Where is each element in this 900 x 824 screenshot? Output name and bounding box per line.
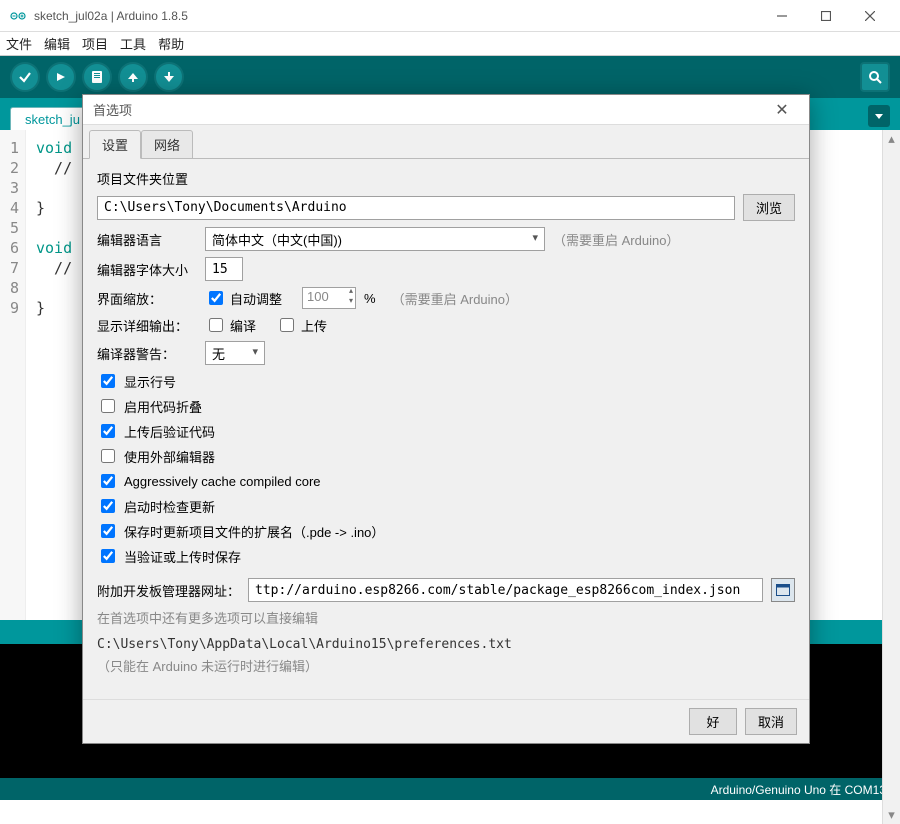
- footer: Arduino/Genuino Uno 在 COM13: [0, 778, 900, 800]
- scale-percent: %: [364, 291, 376, 306]
- serial-monitor-button[interactable]: [860, 62, 890, 92]
- verify-after-upload-checkbox[interactable]: [101, 424, 115, 438]
- boards-url-input[interactable]: [248, 578, 763, 602]
- enable-code-folding-label: 启用代码折叠: [124, 397, 202, 416]
- dialog-close-button[interactable]: ✕: [763, 100, 801, 120]
- sketchbook-location-input[interactable]: [97, 196, 735, 220]
- cache-core-label: Aggressively cache compiled core: [124, 474, 321, 489]
- scroll-up-icon[interactable]: ▴: [883, 130, 900, 148]
- prefs-file-path[interactable]: C:\Users\Tony\AppData\Local\Arduino15\pr…: [97, 637, 795, 652]
- ok-button[interactable]: 好: [689, 708, 737, 735]
- maximize-button[interactable]: [804, 1, 848, 31]
- verbose-label: 显示详细输出：: [97, 316, 197, 335]
- editor-language-select[interactable]: 简体中文（中文(中国)): [205, 227, 545, 251]
- menu-edit[interactable]: 编辑: [44, 34, 70, 53]
- verbose-compile-label: 编译: [230, 316, 256, 335]
- compiler-warnings-label: 编译器警告：: [97, 344, 197, 363]
- prefs-file-hint: （只能在 Arduino 未运行时进行编辑）: [97, 656, 795, 675]
- restart-hint-1: （需要重启 Arduino）: [553, 230, 679, 249]
- enable-code-folding-checkbox[interactable]: [101, 399, 115, 413]
- verbose-upload-checkbox[interactable]: [280, 318, 294, 332]
- cancel-button[interactable]: 取消: [745, 708, 797, 735]
- editor-scrollbar[interactable]: ▴ ▾: [882, 130, 900, 824]
- external-editor-checkbox[interactable]: [101, 449, 115, 463]
- window-icon: [776, 584, 790, 596]
- save-on-verify-label: 当验证或上传时保存: [124, 547, 241, 566]
- close-button[interactable]: [848, 1, 892, 31]
- check-updates-label: 启动时检查更新: [124, 497, 215, 516]
- scroll-down-icon[interactable]: ▾: [883, 806, 900, 824]
- show-line-numbers-checkbox[interactable]: [101, 374, 115, 388]
- tab-network[interactable]: 网络: [141, 130, 193, 159]
- dialog-titlebar: 首选项 ✕: [83, 95, 809, 125]
- sketchbook-location-label: 项目文件夹位置: [97, 169, 795, 188]
- browse-button[interactable]: 浏览: [743, 194, 795, 221]
- restart-hint-2: （需要重启 Arduino）: [392, 289, 518, 308]
- window-title: sketch_jul02a | Arduino 1.8.5: [34, 9, 760, 23]
- save-on-verify-checkbox[interactable]: [101, 549, 115, 563]
- editor-language-label: 编辑器语言: [97, 230, 197, 249]
- upload-button[interactable]: [46, 62, 76, 92]
- scale-spinner[interactable]: 100: [302, 287, 356, 309]
- cache-core-checkbox[interactable]: [101, 474, 115, 488]
- arduino-logo-icon: [10, 8, 26, 24]
- check-updates-checkbox[interactable]: [101, 499, 115, 513]
- show-line-numbers-label: 显示行号: [124, 372, 176, 391]
- board-status: Arduino/Genuino Uno 在 COM13: [711, 781, 886, 798]
- verbose-upload-label: 上传: [301, 316, 327, 335]
- line-gutter: 123456789: [0, 130, 26, 620]
- menu-tools[interactable]: 工具: [120, 34, 146, 53]
- more-prefs-hint: 在首选项中还有更多选项可以直接编辑: [97, 608, 795, 627]
- scale-label: 界面缩放：: [97, 289, 197, 308]
- titlebar: sketch_jul02a | Arduino 1.8.5: [0, 0, 900, 32]
- preferences-dialog: 首选项 ✕ 设置 网络 项目文件夹位置 浏览 编辑器语言 简体中文（中文(中国)…: [82, 94, 810, 744]
- compiler-warnings-select[interactable]: 无: [205, 341, 265, 365]
- boards-url-expand-button[interactable]: [771, 578, 795, 602]
- external-editor-label: 使用外部编辑器: [124, 447, 215, 466]
- new-button[interactable]: [82, 62, 112, 92]
- tab-settings[interactable]: 设置: [89, 130, 141, 159]
- font-size-input[interactable]: [205, 257, 243, 281]
- tab-menu-button[interactable]: [868, 105, 890, 127]
- update-extension-label: 保存时更新项目文件的扩展名（.pde -> .ino）: [124, 522, 384, 541]
- menubar: 文件 编辑 项目 工具 帮助: [0, 32, 900, 56]
- dialog-tabs: 设置 网络: [83, 125, 809, 159]
- update-extension-checkbox[interactable]: [101, 524, 115, 538]
- menu-sketch[interactable]: 项目: [82, 34, 108, 53]
- font-size-label: 编辑器字体大小: [97, 260, 197, 279]
- boards-url-label: 附加开发板管理器网址：: [97, 581, 240, 600]
- verify-button[interactable]: [10, 62, 40, 92]
- dialog-title: 首选项: [93, 100, 763, 119]
- menu-help[interactable]: 帮助: [158, 34, 184, 53]
- scale-auto-label: 自动调整: [230, 289, 282, 308]
- open-button[interactable]: [118, 62, 148, 92]
- minimize-button[interactable]: [760, 1, 804, 31]
- verify-after-upload-label: 上传后验证代码: [124, 422, 215, 441]
- dialog-footer: 好 取消: [83, 699, 809, 743]
- menu-file[interactable]: 文件: [6, 34, 32, 53]
- verbose-compile-checkbox[interactable]: [209, 318, 223, 332]
- save-button[interactable]: [154, 62, 184, 92]
- dialog-body: 项目文件夹位置 浏览 编辑器语言 简体中文（中文(中国)) （需要重启 Ardu…: [83, 159, 809, 699]
- scale-auto-checkbox[interactable]: [209, 291, 223, 305]
